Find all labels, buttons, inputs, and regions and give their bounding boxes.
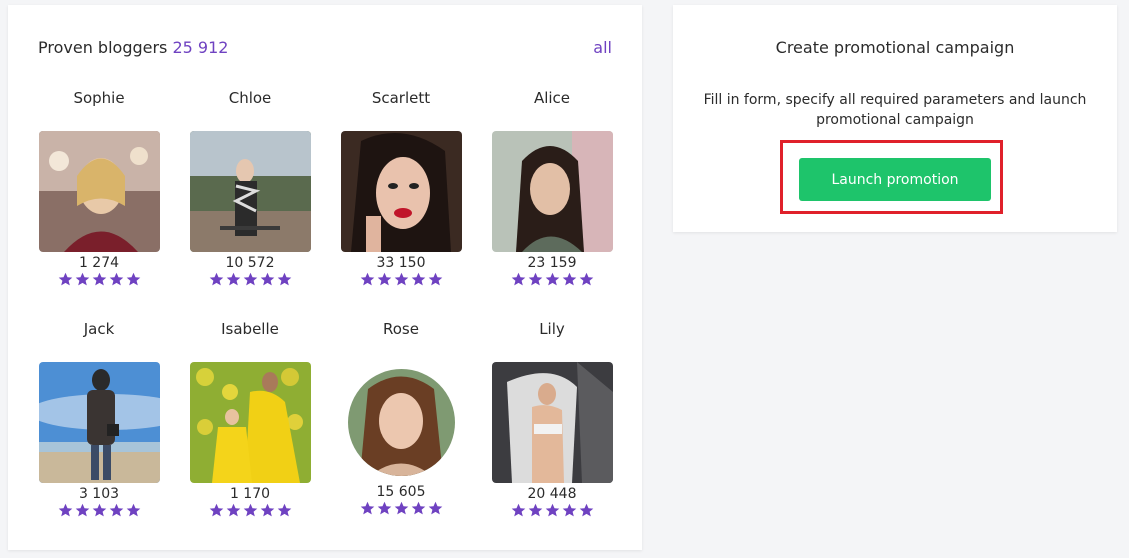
rating-stars xyxy=(189,503,311,519)
bloggers-title: Proven bloggers xyxy=(38,38,168,57)
star-icon xyxy=(58,503,73,518)
bloggers-header: Proven bloggers 25 912 xyxy=(38,38,228,57)
star-icon xyxy=(109,503,124,518)
blogger-followers: 10 572 xyxy=(225,255,275,271)
star-icon xyxy=(394,501,409,516)
star-icon xyxy=(511,503,526,518)
star-icon xyxy=(92,503,107,518)
star-icon xyxy=(511,272,526,287)
blogger-followers: 23 159 xyxy=(527,255,577,271)
blogger-followers: 15 605 xyxy=(376,484,426,500)
star-icon xyxy=(360,501,375,516)
star-icon xyxy=(411,501,426,516)
launch-promotion-button[interactable]: Launch promotion xyxy=(799,158,991,201)
rating-stars xyxy=(38,503,160,519)
all-bloggers-link[interactable]: all xyxy=(593,38,612,57)
blogger-photo[interactable] xyxy=(189,362,311,483)
star-icon xyxy=(243,503,258,518)
star-icon xyxy=(579,272,594,287)
star-icon xyxy=(562,272,577,287)
blogger-card[interactable]: Scarlett 33 150 xyxy=(340,88,462,288)
rating-stars xyxy=(491,503,613,519)
blogger-followers: 20 448 xyxy=(527,486,577,502)
star-icon xyxy=(126,503,141,518)
campaign-title: Create promotional campaign xyxy=(775,38,1015,57)
star-icon xyxy=(92,272,107,287)
blogger-photo[interactable] xyxy=(189,131,311,252)
star-icon xyxy=(277,503,292,518)
blogger-card[interactable]: Jack 3 103 xyxy=(38,319,160,519)
star-icon xyxy=(209,503,224,518)
star-icon xyxy=(277,272,292,287)
star-icon xyxy=(75,272,90,287)
star-icon xyxy=(243,272,258,287)
blogger-name: Alice xyxy=(533,89,571,107)
star-icon xyxy=(545,272,560,287)
blogger-followers: 33 150 xyxy=(376,255,426,271)
star-icon xyxy=(528,503,543,518)
blogger-card[interactable]: Sophie 1 274 xyxy=(38,88,160,288)
rating-stars xyxy=(340,272,462,288)
blogger-name: Chloe xyxy=(228,89,272,107)
blogger-followers: 1 170 xyxy=(229,486,271,502)
star-icon xyxy=(579,503,594,518)
blogger-name: Sophie xyxy=(73,89,125,107)
blogger-followers: 1 274 xyxy=(78,255,120,271)
star-icon xyxy=(545,503,560,518)
star-icon xyxy=(226,272,241,287)
blogger-photo[interactable] xyxy=(491,362,613,483)
star-icon xyxy=(411,272,426,287)
blogger-followers: 3 103 xyxy=(78,486,120,502)
blogger-card[interactable]: Chloe 10 572 xyxy=(189,88,311,288)
star-icon xyxy=(377,501,392,516)
star-icon xyxy=(260,503,275,518)
bloggers-count: 25 912 xyxy=(172,38,229,57)
star-icon xyxy=(260,272,275,287)
blogger-name: Isabelle xyxy=(221,320,279,338)
star-icon xyxy=(226,503,241,518)
blogger-name: Rose xyxy=(383,320,419,338)
blogger-photo[interactable] xyxy=(340,131,462,252)
blogger-name: Jack xyxy=(83,320,115,338)
blogger-photo[interactable] xyxy=(347,369,455,476)
blogger-name: Scarlett xyxy=(371,89,431,107)
star-icon xyxy=(126,272,141,287)
campaign-description: Fill in form, specify all required param… xyxy=(703,92,1087,128)
campaign-panel: Create promotional campaign Fill in form… xyxy=(673,5,1117,232)
star-icon xyxy=(562,503,577,518)
star-icon xyxy=(58,272,73,287)
blogger-photo[interactable] xyxy=(38,131,160,252)
star-icon xyxy=(109,272,124,287)
rating-stars xyxy=(491,272,613,288)
blogger-photo[interactable] xyxy=(38,362,160,483)
blogger-card[interactable]: Alice 23 159 xyxy=(491,88,613,288)
blogger-name: Lily xyxy=(539,320,565,338)
star-icon xyxy=(394,272,409,287)
blogger-photo[interactable] xyxy=(491,131,613,252)
blogger-card[interactable]: Lily 20 448 xyxy=(491,319,613,519)
star-icon xyxy=(360,272,375,287)
star-icon xyxy=(75,503,90,518)
blogger-card[interactable]: Isabelle 1 170 xyxy=(189,319,311,519)
blogger-card[interactable]: Rose 15 605 xyxy=(340,319,462,517)
star-icon xyxy=(428,272,443,287)
bloggers-panel: Proven bloggers 25 912 all Sophie 1 274 … xyxy=(8,5,642,550)
rating-stars xyxy=(38,272,160,288)
star-icon xyxy=(377,272,392,287)
star-icon xyxy=(209,272,224,287)
star-icon xyxy=(528,272,543,287)
star-icon xyxy=(428,501,443,516)
rating-stars xyxy=(189,272,311,288)
rating-stars xyxy=(340,501,462,517)
